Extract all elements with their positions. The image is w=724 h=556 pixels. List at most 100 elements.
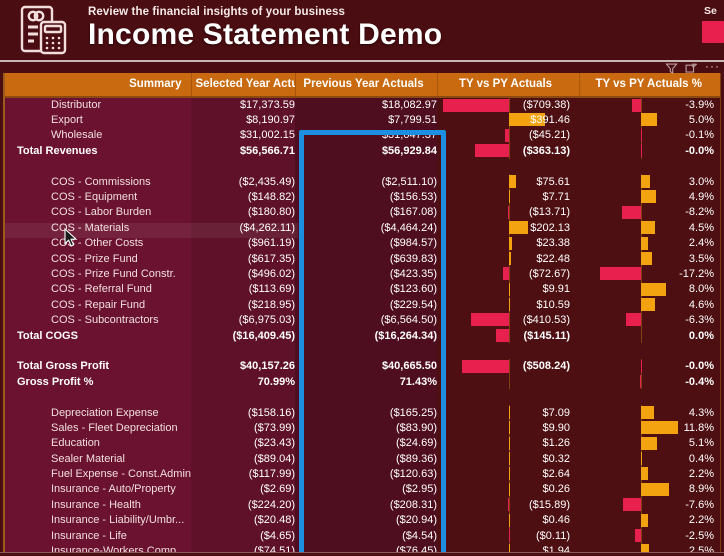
cell-ty-vs-py-actuals-pct[interactable]: 4.6% (579, 297, 720, 313)
cell-selected-year-actuals[interactable]: ($180.80) (191, 204, 295, 221)
table-row[interactable]: Distributor $17,373.59 $18,082.97 ($709.38)… (5, 97, 720, 113)
cell-selected-year-actuals[interactable]: ($89.04) (191, 450, 295, 467)
cell-selected-year-actuals[interactable]: ($23.43) (191, 435, 295, 451)
cell-selected-year-actuals[interactable]: ($117.99) (191, 466, 295, 482)
cell-row-label[interactable]: Depreciation Expense (5, 404, 191, 421)
cell-ty-vs-py-actuals[interactable]: $391.46 (437, 112, 579, 128)
cell-row-label[interactable]: Insurance - Liability/Umbr... (5, 512, 191, 528)
table-row[interactable]: COS - Prize Fund Constr. ($496.02) ($423.3… (5, 266, 720, 282)
cell-ty-vs-py-actuals[interactable]: ($508.24) (437, 358, 579, 375)
cell-ty-vs-py-actuals[interactable]: ($363.13) (437, 143, 579, 159)
cell-row-label[interactable]: Total Revenues (5, 143, 191, 159)
more-options-icon[interactable]: ··· (705, 60, 720, 75)
cell-previous-year-actuals[interactable]: ($165.25) (295, 404, 437, 421)
cell-previous-year-actuals[interactable]: ($4.54) (295, 527, 437, 544)
table-row[interactable]: Depreciation Expense ($158.16) ($165.25) $7… (5, 404, 720, 421)
cell-selected-year-actuals[interactable]: ($2.69) (191, 481, 295, 498)
cell-ty-vs-py-actuals[interactable]: $0.46 (437, 512, 579, 528)
cell-selected-year-actuals[interactable]: $31,002.15 (191, 127, 295, 144)
cell-row-label[interactable]: Sealer Material (5, 450, 191, 467)
cell-selected-year-actuals[interactable]: ($496.02) (191, 266, 295, 282)
cell-row-label[interactable]: COS - Subcontractors (5, 312, 191, 328)
cell-row-label[interactable]: COS - Commissions (5, 173, 191, 190)
cell-ty-vs-py-actuals[interactable]: $1.26 (437, 435, 579, 451)
cell-selected-year-actuals[interactable]: ($4.65) (191, 527, 295, 544)
table-row[interactable]: Sealer Material ($89.04) ($89.36) $0.32 0.4% (5, 450, 720, 467)
table-row[interactable]: COS - Subcontractors ($6,975.03) ($6,564.5… (5, 312, 720, 328)
slicer-chip[interactable] (702, 21, 724, 43)
table-row[interactable]: COS - Equipment ($148.82) ($156.53) $7.71 4.… (5, 189, 720, 205)
cell-ty-vs-py-actuals-pct[interactable]: 8.0% (579, 281, 720, 298)
cell-ty-vs-py-actuals[interactable]: ($45.21) (437, 127, 579, 144)
cell-ty-vs-py-actuals-pct[interactable]: -6.3% (579, 312, 720, 328)
cell-row-label[interactable]: Total COGS (5, 327, 191, 344)
table-row[interactable]: Fuel Expense - Const.Admin ($117.99) ($120… (5, 466, 720, 482)
cell-previous-year-actuals[interactable]: ($120.63) (295, 466, 437, 482)
cell-previous-year-actuals[interactable]: ($2,511.10) (295, 173, 437, 190)
cell-selected-year-actuals[interactable]: ($218.95) (191, 297, 295, 313)
table-row[interactable]: COS - Labor Burden ($180.80) ($167.08) ($13… (5, 204, 720, 221)
column-header-previous-year-actuals[interactable]: Previous Year Actuals (295, 73, 438, 98)
cell-ty-vs-py-actuals[interactable]: $22.48 (437, 250, 579, 267)
cell-row-label[interactable]: Total Gross Profit (5, 358, 191, 375)
cell-ty-vs-py-actuals-pct[interactable]: -0.0% (579, 358, 720, 375)
cell-ty-vs-py-actuals-pct[interactable]: -8.2% (579, 204, 720, 221)
cell-selected-year-actuals[interactable]: ($16,409.45) (191, 327, 295, 344)
filter-icon[interactable] (665, 62, 678, 75)
cell-selected-year-actuals[interactable]: ($961.19) (191, 235, 295, 251)
table-row[interactable]: Wholesale $31,002.15 $31,047.37 ($45.21) -0.… (5, 127, 720, 144)
cell-ty-vs-py-actuals[interactable]: $0.32 (437, 450, 579, 467)
cell-ty-vs-py-actuals-pct[interactable]: 11.8% (579, 420, 720, 436)
income-statement-matrix[interactable]: Summary Selected Year Actu... Previous Y… (3, 73, 721, 556)
cell-row-label[interactable]: COS - Prize Fund (5, 250, 191, 267)
cell-ty-vs-py-actuals[interactable]: ($72.67) (437, 266, 579, 282)
cell-selected-year-actuals[interactable]: $8,190.97 (191, 112, 295, 128)
cell-previous-year-actuals[interactable]: ($2.95) (295, 481, 437, 498)
cell-previous-year-actuals[interactable]: $31,047.37 (295, 127, 437, 144)
cell-previous-year-actuals[interactable]: ($156.53) (295, 189, 437, 205)
cell-ty-vs-py-actuals-pct[interactable]: 3.0% (579, 173, 720, 190)
cell-selected-year-actuals[interactable]: 70.99% (191, 374, 295, 390)
table-row[interactable]: Education ($23.43) ($24.69) $1.26 5.1% (5, 435, 720, 451)
table-row[interactable]: Insurance - Auto/Property ($2.69) ($2.95) $… (5, 481, 720, 498)
cell-ty-vs-py-actuals-pct[interactable]: 2.2% (579, 512, 720, 528)
cell-ty-vs-py-actuals-pct[interactable]: -7.6% (579, 497, 720, 513)
cell-ty-vs-py-actuals[interactable]: $10.59 (437, 297, 579, 313)
cell-previous-year-actuals[interactable]: ($89.36) (295, 450, 437, 467)
cell-ty-vs-py-actuals[interactable]: $7.09 (437, 404, 579, 421)
cell-row-label[interactable]: COS - Other Costs (5, 235, 191, 251)
cell-ty-vs-py-actuals-pct[interactable]: 0.4% (579, 450, 720, 467)
cell-row-label[interactable]: Distributor (5, 97, 191, 113)
cell-selected-year-actuals[interactable]: ($73.99) (191, 420, 295, 436)
cell-previous-year-actuals[interactable]: ($83.90) (295, 420, 437, 436)
cell-ty-vs-py-actuals-pct[interactable]: -0.1% (579, 127, 720, 144)
cell-row-label[interactable]: Gross Profit % (5, 374, 191, 390)
cell-row-label[interactable]: Insurance - Health (5, 497, 191, 513)
cell-selected-year-actuals[interactable]: $56,566.71 (191, 143, 295, 159)
column-header-selected-year-actuals[interactable]: Selected Year Actu... (191, 73, 296, 98)
cell-ty-vs-py-actuals-pct[interactable]: -3.9% (579, 97, 720, 113)
table-row[interactable]: COS - Materials ($4,262.11) ($4,464.24) $20… (5, 220, 720, 236)
cell-previous-year-actuals[interactable]: ($24.69) (295, 435, 437, 451)
cell-previous-year-actuals[interactable]: ($20.94) (295, 512, 437, 528)
cell-ty-vs-py-actuals-pct[interactable]: -0.4% (579, 374, 720, 390)
column-header-ty-vs-py-actuals[interactable]: TY vs PY Actuals (437, 73, 580, 98)
table-row[interactable]: Total COGS ($16,409.45) ($16,264.34) ($145.… (5, 327, 720, 344)
cell-selected-year-actuals[interactable]: ($20.48) (191, 512, 295, 528)
cell-selected-year-actuals[interactable]: ($148.82) (191, 189, 295, 205)
cell-ty-vs-py-actuals[interactable]: $9.91 (437, 281, 579, 298)
cell-previous-year-actuals[interactable]: 71.43% (295, 374, 437, 390)
cell-selected-year-actuals[interactable]: ($158.16) (191, 404, 295, 421)
cell-previous-year-actuals[interactable]: ($123.60) (295, 281, 437, 298)
cell-row-label[interactable]: Export (5, 112, 191, 128)
cell-selected-year-actuals[interactable]: $17,373.59 (191, 97, 295, 113)
cell-row-label[interactable]: Education (5, 435, 191, 451)
cell-previous-year-actuals[interactable]: ($208.31) (295, 497, 437, 513)
cell-ty-vs-py-actuals-pct[interactable]: 4.3% (579, 404, 720, 421)
cell-previous-year-actuals[interactable]: $56,929.84 (295, 143, 437, 159)
cell-ty-vs-py-actuals[interactable]: $0.26 (437, 481, 579, 498)
cell-previous-year-actuals[interactable]: ($167.08) (295, 204, 437, 221)
table-row[interactable]: Total Revenues $56,566.71 $56,929.84 ($363.… (5, 143, 720, 159)
cell-ty-vs-py-actuals[interactable] (437, 374, 579, 390)
cell-previous-year-actuals[interactable]: ($6,564.50) (295, 312, 437, 328)
